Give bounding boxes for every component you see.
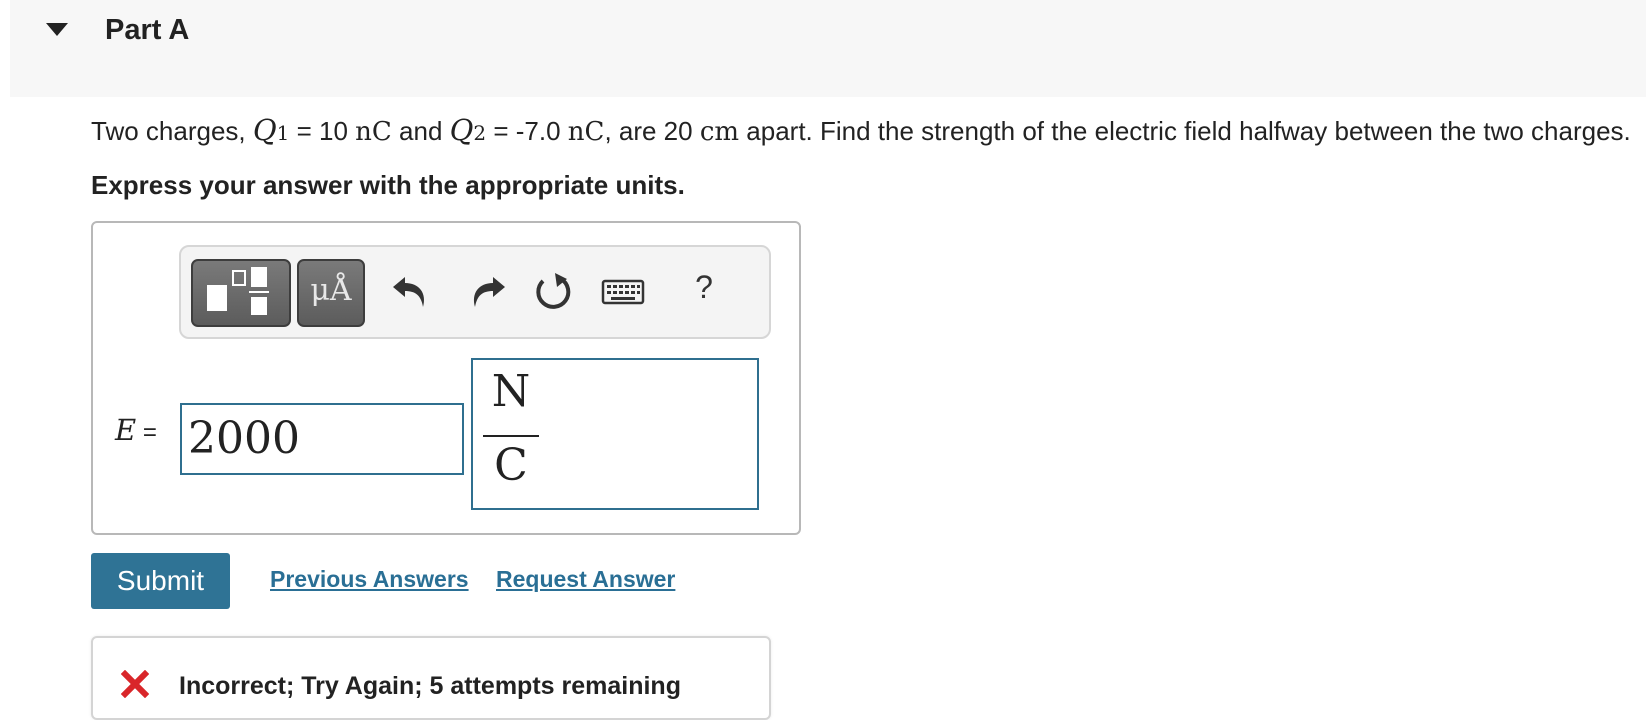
question-text: Two charges, Q1 = 10 nC and Q2 = -7.0 nC…: [91, 113, 1631, 147]
help-icon[interactable]: ?: [689, 269, 719, 313]
units-input[interactable]: N C: [471, 358, 759, 510]
variable-label: E =: [115, 413, 157, 447]
templates-icon: [207, 267, 269, 315]
q2-symbol: Q: [449, 113, 474, 147]
feedback-message: Incorrect; Try Again; 5 attempts remaini…: [179, 672, 681, 700]
unit-cm: cm: [699, 117, 740, 147]
value-input[interactable]: 2000: [180, 403, 464, 475]
redo-icon[interactable]: [465, 269, 509, 315]
undo-icon[interactable]: [389, 269, 433, 315]
units-button[interactable]: μÅ: [297, 259, 365, 327]
feedback-box: Incorrect; Try Again; 5 attempts remaini…: [91, 636, 771, 720]
unit-numerator: N: [491, 366, 531, 417]
unit-nc: nC: [567, 117, 605, 147]
keyboard-icon[interactable]: [599, 269, 647, 315]
part-header[interactable]: Part A: [10, 0, 1646, 97]
submit-button[interactable]: Submit: [91, 553, 230, 609]
unit-denominator: C: [494, 440, 528, 491]
unit-nc: nC: [355, 117, 392, 147]
reset-icon[interactable]: [531, 269, 575, 315]
math-toolbar: μÅ ?: [179, 245, 771, 339]
q1-symbol: Q: [252, 113, 277, 147]
templates-button[interactable]: [191, 259, 291, 327]
units-icon: μÅ: [310, 273, 352, 308]
answer-panel: μÅ ? E = 2000 N C: [91, 221, 801, 535]
collapse-caret-icon[interactable]: [46, 23, 68, 36]
fraction-bar: [483, 435, 539, 437]
answer-instructions: Express your answer with the appropriate…: [91, 170, 685, 200]
previous-answers-link[interactable]: Previous Answers: [270, 566, 469, 593]
request-answer-link[interactable]: Request Answer: [496, 566, 675, 593]
part-title: Part A: [105, 14, 190, 46]
